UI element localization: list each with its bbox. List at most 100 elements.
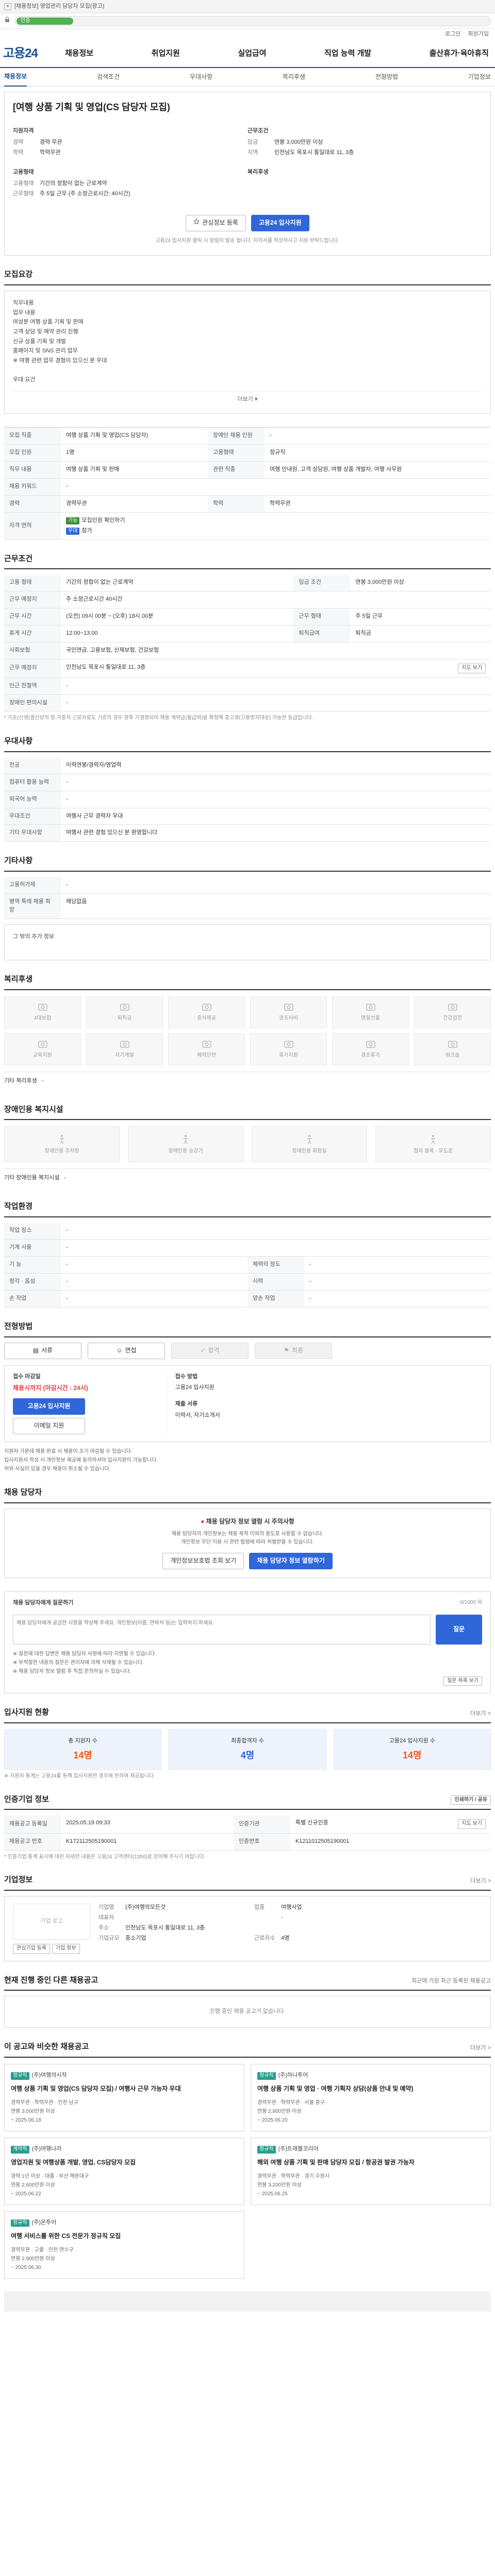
step-label: 합격: [208, 1346, 220, 1354]
tab-welfare[interactable]: 복리후생: [283, 73, 305, 81]
row-key: 채용 키워드: [4, 478, 61, 496]
row-key: 장애인 채용 인원: [207, 427, 265, 445]
region-key: 지역: [248, 149, 258, 156]
stat-value: 4명: [240, 1750, 255, 1761]
map-button[interactable]: 지도 보기: [458, 664, 486, 673]
apply-button-2[interactable]: 고용24 입사지원: [13, 1398, 85, 1415]
facility-item: 장애인용 화장실: [252, 1126, 367, 1163]
facility-label: 점자 블록 · 유도로: [413, 1148, 453, 1154]
reco-more-link[interactable]: 더보기 >: [470, 2044, 491, 2053]
close-icon[interactable]: ×: [4, 3, 11, 10]
cert-section: 인증기업 정보 인쇄하기 / 공유 채용공고 등록일 2025.05.19 09:3…: [4, 1794, 491, 1861]
company-logo: 기업 로고: [13, 1904, 90, 1940]
company-info-button[interactable]: 기업 정보: [52, 1944, 80, 1954]
tag-text[interactable]: 모집인원 확인하기: [81, 517, 125, 523]
welfare-label: 건강검진: [443, 1015, 462, 1022]
company-title: 기업정보: [4, 1875, 33, 1885]
qa-submit-button[interactable]: 질문: [436, 1614, 482, 1645]
welfare-item: 교육지원: [4, 1033, 81, 1065]
qa-list-button[interactable]: 질문 목록 보기: [443, 1676, 482, 1686]
reco-badge: 정규직: [257, 2072, 276, 2080]
row-value: 경력무관: [61, 495, 208, 513]
welfare-grid: 4대보험 퇴직금 중식제공 경조사비 명절선물 건강검진 교육지원 자기계발 체력단련 휴가지원 경…: [4, 996, 491, 1065]
reco-card[interactable]: 계약직 (주)여행나라 영업지원 및 여행상품 개발, 영업, CS담당자 모집 경력…: [4, 2138, 244, 2205]
qa-input[interactable]: [13, 1614, 431, 1645]
row-value: -: [61, 1273, 248, 1291]
company-fav-button[interactable]: 관심기업 등록: [13, 1944, 50, 1954]
reco-job-title[interactable]: 여행 상품 기획 및 영업 · 여행 기획자 상담(상품 안내 및 예약): [257, 2084, 484, 2093]
row-key: 관련 직종: [207, 461, 265, 479]
row-value: -: [61, 1223, 491, 1240]
duty-fold-toggle[interactable]: 더보기 ▾: [13, 391, 482, 406]
stat-value: 14명: [403, 1750, 422, 1761]
lock-icon: [4, 16, 10, 25]
signup-link[interactable]: 회원가입: [468, 30, 489, 39]
reco-meta: 경력무관 · 학력무관 · 인천 남구 연봉 3,000만원 이상: [11, 2100, 78, 2115]
welfare-label: 복리후생: [248, 168, 269, 175]
note-line: ※ 질문에 대한 답변은 채용 담당자 사정에 따라 지연될 수 있습니다.: [13, 1651, 157, 1657]
facility-label: 장애인용 승강기: [168, 1148, 203, 1154]
row-key: 청각 · 음성: [4, 1273, 61, 1291]
reco-job-title[interactable]: 해외 여행 상품 기획 및 판매 담당자 모집 / 항공권 발권 가능자: [257, 2158, 484, 2167]
welfare-icon: [38, 1004, 47, 1011]
nav-support[interactable]: 취업지원: [152, 48, 180, 59]
row-value: 인천남도 목포시 통일대로 11, 3층 지도 보기: [61, 659, 491, 678]
reco-card[interactable]: 정규직 (주)여행의시작 여행 상품 기획 및 영업(CS 담당자 모집) / 여행…: [4, 2064, 244, 2132]
other-jobs-section: 현재 진행 중인 다른 채용공고 최근에 가장 최근 등록된 채용공고 진행 중인…: [4, 1975, 491, 2028]
tab-selection[interactable]: 전형방법: [375, 73, 398, 81]
table-row: 손 작업 - 양손 작업 -: [4, 1290, 491, 1308]
tab-recruit[interactable]: 채용정보: [4, 72, 27, 87]
nav-training[interactable]: 직업 능력 개발: [324, 48, 371, 59]
tab-preference[interactable]: 우대사항: [190, 73, 212, 81]
deadline-label: 접수 마감일: [13, 1373, 41, 1380]
table-row: 채용공고 번호 K172112505190001 인증번호 K121101250519…: [4, 1833, 491, 1851]
welfare-icon: [284, 1004, 293, 1011]
step-interview: ☺ 면접: [88, 1342, 165, 1359]
apply-button[interactable]: 고용24 입사지원: [251, 214, 309, 231]
email-apply-button[interactable]: 이메일 지원: [13, 1417, 85, 1434]
row-key: 작업 장소: [4, 1223, 61, 1240]
reco-company: (주)여행나라: [31, 2146, 62, 2153]
tab-company[interactable]: 기업정보: [468, 73, 491, 81]
stat-label: 고용24 입사지원 수: [389, 1738, 435, 1744]
condition-note: * 기초(신생)결산상의 장 가중치 근로자로도 기준의 경우 향후 기결정되어…: [4, 715, 314, 721]
row-key: 자격 면허: [4, 512, 61, 540]
row-value: 연봉 3,000만원 이상: [350, 574, 491, 592]
status-more-link[interactable]: 더보기 >: [470, 1710, 491, 1718]
welfare-item: 명절선물: [332, 996, 409, 1028]
reco-job-title[interactable]: 영업지원 및 여행상품 개발, 영업, CS담당자 모집: [11, 2158, 238, 2167]
reco-job-title[interactable]: 여행 서비스를 위한 CS 전문가 정규직 모집: [11, 2231, 238, 2241]
company-more-link[interactable]: 더보기 >: [470, 1877, 491, 1886]
duty-text: 직무내용 업무 내용 여성분 여행 상품 기획 및 판매 고객 상담 및 예약 …: [13, 299, 107, 383]
nav-jobs[interactable]: 채용정보: [65, 48, 93, 59]
tab-condition[interactable]: 검색조건: [97, 73, 120, 81]
reco-card[interactable]: 정규직 (주)트래블코리아 해외 여행 상품 기획 및 판매 담당자 모집 / 항공…: [251, 2138, 491, 2205]
table-row: 기계 사용 -: [4, 1239, 491, 1257]
career-key: 경력: [13, 139, 24, 146]
row-value: -: [281, 1914, 283, 1921]
facility-item: 장애인용 승강기: [128, 1126, 243, 1163]
progress-row: 인증: [0, 13, 495, 29]
row-key: 사회보험: [4, 642, 61, 660]
welfare-etc-value: -: [41, 1077, 44, 1084]
nav-benefit[interactable]: 실업급여: [238, 48, 266, 59]
scrap-button[interactable]: 관심정보 등록: [186, 214, 246, 231]
reco-job-title[interactable]: 여행 상품 기획 및 영업(CS 담당자 모집) / 여행사 근무 가능자 우대: [11, 2084, 238, 2093]
nav-leave[interactable]: 출산휴가·육아휴직: [430, 48, 489, 59]
login-link[interactable]: 로그인: [445, 30, 460, 39]
print-button[interactable]: 인쇄하기 / 공유: [451, 1795, 491, 1805]
view-manager-button[interactable]: 채용 담당자 정보 열람하기: [249, 1553, 333, 1569]
privacy-law-button[interactable]: 개인정보보호법 조회 보기: [162, 1553, 244, 1569]
table-row: 청각 · 음성 - 시력 -: [4, 1273, 491, 1291]
row-key: 고용 형태: [4, 574, 61, 592]
row-value: 여행 상품 기획 및 판매: [61, 461, 208, 479]
cert-map-button[interactable]: 지도 보기: [458, 1819, 486, 1829]
reco-card[interactable]: 정규직 (주)온투어 여행 서비스를 위한 CS 전문가 정규직 모집 경력무관 · …: [4, 2211, 244, 2279]
welfare-icon: [284, 1041, 293, 1048]
site-logo[interactable]: 고용24: [3, 45, 65, 63]
row-value: 정규직: [264, 444, 491, 462]
reco-card[interactable]: 정규직 (주)하나투어 여행 상품 기획 및 영업 · 여행 기획자 상담(상품 안…: [251, 2064, 491, 2132]
reco-date: ~ 2025.06.30: [11, 2264, 41, 2270]
welfare-icon: [120, 1004, 129, 1011]
reco-badge: 정규직: [257, 2146, 276, 2154]
